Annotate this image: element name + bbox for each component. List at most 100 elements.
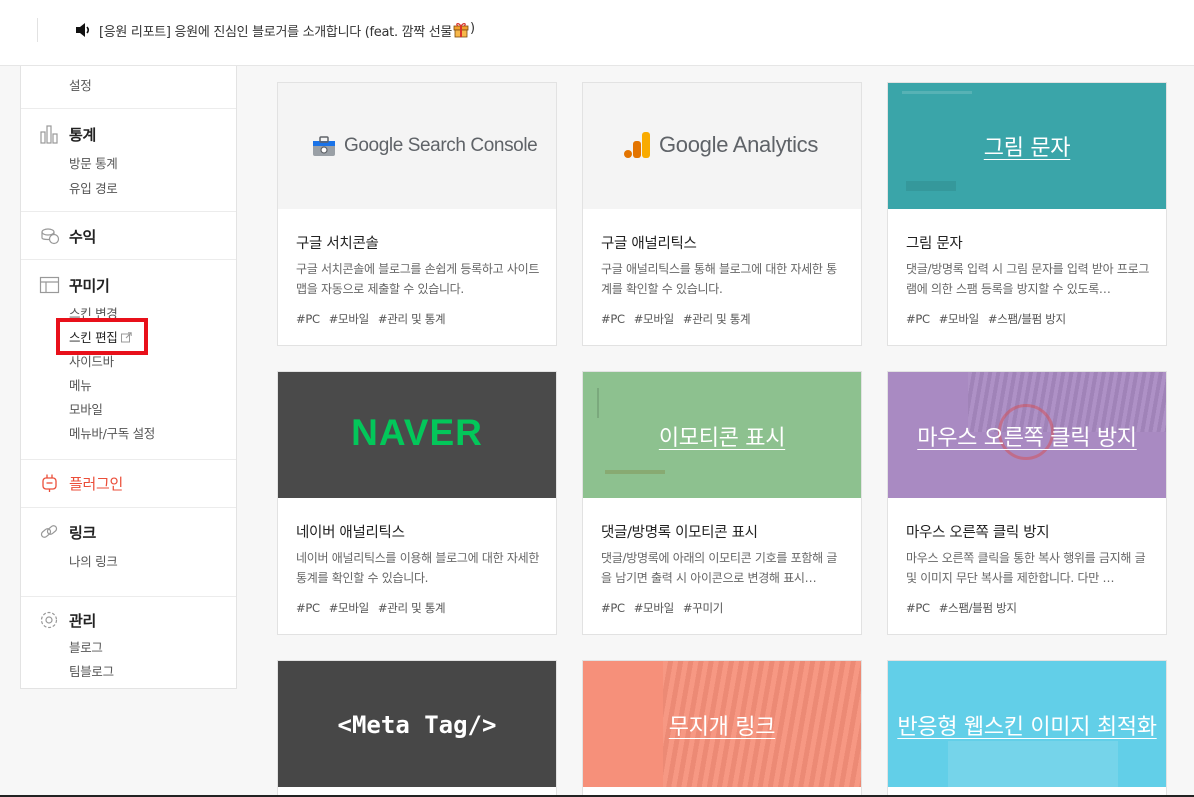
card-title: 구글 서치콘솔 [296, 236, 379, 252]
card-description: 네이버 애널리틱스를 이용해 블로그에 대한 자세한 통계를 확인할 수 있습니… [296, 551, 540, 585]
thumb-title: 마우스 오른쪽 클릭 방지 [917, 426, 1137, 451]
naver-logo: NAVER [351, 412, 483, 453]
decor-line [902, 91, 972, 94]
card-title: 그림 문자 [906, 236, 963, 252]
sidebar-label-stats: 통계 [69, 125, 97, 144]
sidebar-item-my-link[interactable]: 나의 링크 [69, 551, 118, 570]
thumb-title: Google Analytics [659, 132, 819, 157]
sidebar-section-link: 링크 나의 링크 [21, 508, 236, 597]
decor-line [597, 388, 599, 418]
thumb-title: Google Search Console [344, 135, 538, 156]
sidebar-item-stats[interactable]: 통계 [39, 124, 96, 144]
card-description: 댓글/방명록 입력 시 그림 문자를 입력 받아 프로그램에 의한 스팸 등록을… [906, 262, 1150, 296]
sidebar: 설정 통계 방문 통계 유입 경로 수익 꾸미기 스킨 변경 스킨 편집 사이드… [20, 66, 237, 689]
coins-icon [41, 228, 60, 245]
plug-icon [42, 474, 57, 492]
tag: #PC [601, 601, 625, 615]
sidebar-item-plugin[interactable]: 플러그인 [39, 473, 123, 493]
sidebar-item-blog[interactable]: 블로그 [69, 637, 103, 656]
card-thumbnail: 무지개 링크 [583, 661, 861, 787]
card-tags: #PC #모바일 #꾸미기 [601, 600, 732, 616]
tag: #PC [296, 312, 320, 326]
tag: #모바일 [633, 601, 674, 615]
toolbox-icon [313, 136, 335, 156]
sidebar-item-inflow[interactable]: 유입 경로 [69, 178, 118, 197]
card-thumbnail: Google Search Console [278, 83, 556, 209]
sidebar-item-link[interactable]: 링크 [39, 522, 96, 542]
sidebar-item-decorate[interactable]: 꾸미기 [39, 275, 110, 295]
card-thumbnail: Google Analytics [583, 83, 861, 209]
plugin-card-google-search-console[interactable]: Google Search Console 구글 서치콘솔 구글 서치콘솔에 블… [277, 82, 557, 346]
analytics-bars-icon [624, 132, 650, 158]
tag: #관리 및 통계 [377, 601, 446, 615]
thumb-title: 이모티콘 표시 [658, 426, 786, 451]
tag: #PC [296, 601, 320, 615]
tag: #모바일 [938, 312, 979, 326]
sidebar-item-settings[interactable]: 설정 [69, 75, 92, 94]
plugin-card-google-analytics[interactable]: Google Analytics 구글 애널리틱스 구글 애널리틱스를 통해 블… [582, 82, 862, 346]
sidebar-item-visit-stats[interactable]: 방문 통계 [69, 153, 118, 172]
card-title: 네이버 애널리틱스 [296, 525, 405, 541]
google-analytics-logo: Google Analytics [623, 131, 818, 159]
card-thumbnail: NAVER [278, 372, 556, 498]
tag: #PC [906, 601, 930, 615]
sidebar-label-manage: 관리 [69, 611, 97, 630]
sidebar-item-mobile[interactable]: 모바일 [69, 399, 103, 418]
notice-link[interactable]: [응원 리포트] 응원에 진심인 블로거를 소개합니다 (feat. 깜짝 선물 [99, 21, 452, 40]
sidebar-section-settings: 설정 [21, 66, 236, 109]
tag: #PC [906, 312, 930, 326]
card-title: 마우스 오른쪽 클릭 방지 [906, 525, 1050, 541]
decor-line [605, 470, 665, 474]
layout-icon [39, 276, 60, 294]
plugin-card-responsive-image[interactable]: 반응형 웹스킨 이미지 최적화 [887, 660, 1167, 797]
decor-box [948, 741, 1118, 787]
bar-chart-icon [40, 125, 58, 144]
sidebar-label-plugin: 플러그인 [69, 474, 124, 493]
divider [37, 18, 38, 42]
tag: #스팸/블펌 방지 [938, 601, 1017, 615]
tag: #모바일 [328, 312, 369, 326]
tag: #PC [601, 312, 625, 326]
sidebar-item-revenue[interactable]: 수익 [39, 226, 96, 246]
speaker-icon [76, 23, 90, 37]
sidebar-item-manage[interactable]: 관리 [39, 610, 96, 630]
card-thumbnail: 이모티콘 표시 [583, 372, 861, 498]
sidebar-item-menu[interactable]: 메뉴 [69, 375, 92, 394]
tag: #꾸미기 [682, 601, 724, 615]
card-thumbnail: <Meta Tag/> [278, 661, 556, 787]
card-thumbnail: 그림 문자 [888, 83, 1166, 209]
sidebar-section-decorate: 꾸미기 스킨 변경 스킨 편집 사이드바 메뉴 모바일 메뉴바/구독 설정 [21, 260, 236, 460]
link-icon [40, 525, 58, 538]
tag: #모바일 [328, 601, 369, 615]
plugin-card-emoticon[interactable]: 이모티콘 표시 댓글/방명록 이모티콘 표시 댓글/방명록에 아래의 이모티콘 … [582, 371, 862, 635]
plugin-card-right-click-block[interactable]: 마우스 오른쪽 클릭 방지 마우스 오른쪽 클릭 방지 마우스 오른쪽 클릭을 … [887, 371, 1167, 635]
plugin-card-meta-tag[interactable]: <Meta Tag/> [277, 660, 557, 797]
card-tags: #PC #스팸/블펌 방지 [906, 600, 1026, 616]
card-title: 댓글/방명록 이모티콘 표시 [601, 525, 758, 541]
plugin-card-captcha[interactable]: 그림 문자 그림 문자 댓글/방명록 입력 시 그림 문자를 입력 받아 프로그… [887, 82, 1167, 346]
sidebar-item-menubar[interactable]: 메뉴바/구독 설정 [69, 423, 155, 442]
sidebar-label-decorate: 꾸미기 [69, 276, 110, 295]
notice-bar: [응원 리포트] 응원에 진심인 블로거를 소개합니다 (feat. 깜짝 선물… [0, 0, 1194, 66]
decor-box [906, 181, 956, 191]
google-search-console-logo: Google Search Console [312, 135, 538, 157]
gift-icon [453, 23, 469, 38]
tag: #관리 및 통계 [682, 312, 751, 326]
plugin-card-naver-analytics[interactable]: NAVER 네이버 애널리틱스 네이버 애널리틱스를 이용해 블로그에 대한 자… [277, 371, 557, 635]
card-tags: #PC #모바일 #스팸/블펌 방지 [906, 311, 1075, 327]
tag: #관리 및 통계 [377, 312, 446, 326]
highlight-box [56, 318, 148, 355]
sidebar-label-link: 링크 [69, 523, 97, 542]
card-tags: #PC #모바일 #관리 및 통계 [296, 311, 454, 327]
tag: #스팸/블펌 방지 [987, 312, 1066, 326]
sidebar-section-manage: 관리 블로그 팀블로그 [21, 597, 236, 689]
notice-close-paren: ) [470, 21, 476, 36]
thumb-title: 무지개 링크 [668, 715, 776, 740]
card-thumbnail: 반응형 웹스킨 이미지 최적화 [888, 661, 1166, 787]
card-tags: #PC #모바일 #관리 및 통계 [296, 600, 454, 616]
sidebar-item-team-blog[interactable]: 팀블로그 [69, 661, 114, 680]
plugin-card-rainbow-link[interactable]: 무지개 링크 [582, 660, 862, 797]
card-description: 댓글/방명록에 아래의 이모티콘 기호를 포함해 글을 남기면 출력 시 아이콘… [601, 551, 838, 585]
sidebar-section-revenue: 수익 [21, 212, 236, 260]
thumb-title: <Meta Tag/> [337, 711, 497, 739]
